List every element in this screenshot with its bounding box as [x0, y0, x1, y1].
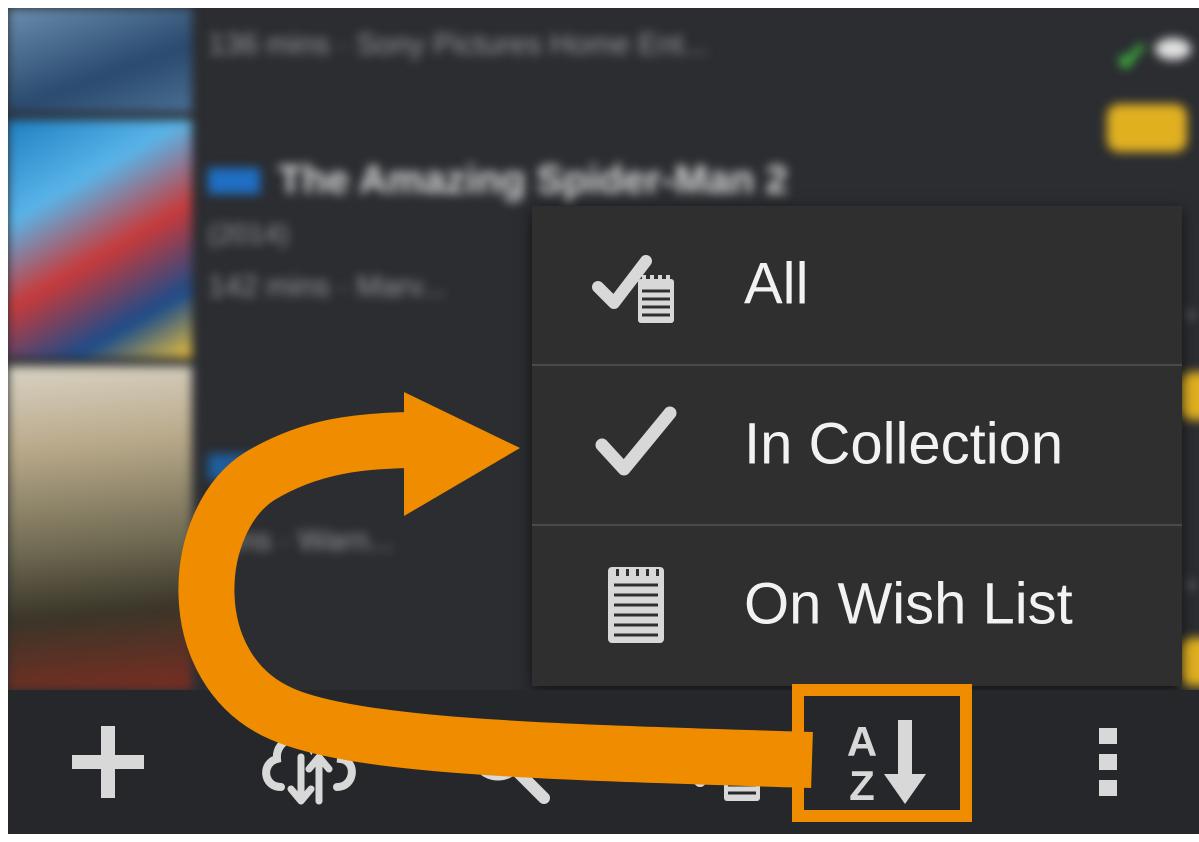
overflow-menu-icon — [1099, 728, 1117, 796]
filter-dropdown-menu: All In Collection On Wish List — [532, 206, 1182, 686]
rating-badge — [1179, 638, 1199, 686]
plus-icon — [72, 726, 144, 798]
filter-button[interactable] — [668, 690, 778, 834]
movie-title: The Amazing Spider-Man 2 — [278, 158, 788, 202]
menu-item-in-collection[interactable]: In Collection — [532, 364, 1182, 522]
row-chevron-icon: › — [1186, 568, 1195, 598]
rating-badge — [1107, 104, 1187, 152]
cloud-sync-icon — [262, 734, 356, 805]
sync-button[interactable] — [248, 690, 368, 834]
app-screen: 136 mins · Sony Pictures Home Ent... ✔ T… — [8, 8, 1199, 834]
movie-year: (2014) — [208, 218, 289, 249]
checklist-icon — [678, 733, 760, 801]
notepad-icon — [608, 567, 664, 643]
menu-item-label: All — [744, 251, 809, 317]
format-flag — [208, 168, 260, 194]
overflow-menu-button[interactable] — [1068, 690, 1148, 834]
seen-eye-icon — [1155, 38, 1191, 60]
menu-item-label: On Wish List — [744, 571, 1073, 637]
movie-meta: 136 mins · Sony Pictures Home Ent... — [208, 28, 709, 61]
search-icon — [469, 723, 550, 804]
sort-button-highlight — [792, 684, 972, 822]
format-flag — [208, 454, 268, 480]
search-button[interactable] — [448, 690, 568, 834]
add-button[interactable] — [58, 690, 158, 834]
checkmark-icon — [595, 406, 677, 476]
movie-poster — [8, 8, 192, 112]
rating-badge — [1179, 372, 1199, 420]
menu-item-all[interactable]: All — [532, 206, 1182, 362]
movie-meta: 142 mins · Marv... — [208, 270, 446, 303]
owned-check-icon: ✔ — [1114, 33, 1151, 82]
movie-meta: mins · Warn... — [208, 524, 394, 557]
movie-poster — [8, 366, 192, 690]
checklist-icon — [592, 255, 674, 323]
movie-poster — [8, 120, 192, 358]
bottom-toolbar: A Z — [8, 690, 1199, 834]
menu-item-on-wish-list[interactable]: On Wish List — [532, 524, 1182, 682]
menu-item-label: In Collection — [744, 411, 1064, 477]
row-chevron-icon: › — [1186, 298, 1195, 328]
